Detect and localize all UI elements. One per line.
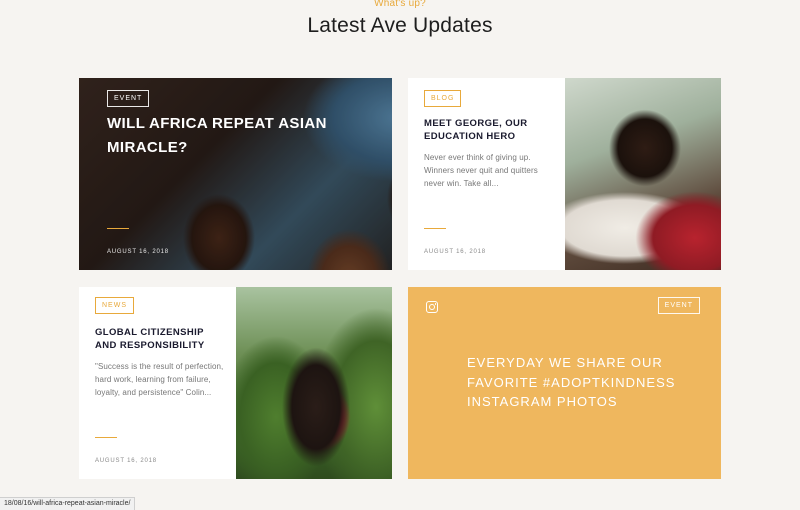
post-title[interactable]: WILL AFRICA REPEAT ASIAN MIRACLE? <box>107 112 357 160</box>
accent-line <box>107 228 129 229</box>
category-tag[interactable]: BLOG <box>424 90 462 107</box>
post-image[interactable] <box>565 78 721 270</box>
status-bar-url: 18/08/16/will-africa-repeat-asian-miracl… <box>0 497 136 510</box>
post-title[interactable]: GLOBAL CITIZENSHIP AND RESPONSIBILITY <box>95 327 225 352</box>
post-card-george[interactable]: BLOG MEET GEORGE, OUR EDUCATION HERO Nev… <box>408 78 721 270</box>
post-card-citizenship[interactable]: NEWS GLOBAL CITIZENSHIP AND RESPONSIBILI… <box>79 287 392 479</box>
post-title[interactable]: MEET GEORGE, OUR EDUCATION HERO <box>424 118 554 143</box>
post-excerpt: "Success is the result of perfection, ha… <box>95 362 224 397</box>
category-tag[interactable]: EVENT <box>107 90 150 107</box>
post-image[interactable] <box>236 287 392 479</box>
section-eyebrow: What's up? <box>374 0 426 9</box>
accent-line <box>424 228 446 229</box>
category-tag[interactable]: NEWS <box>95 297 134 314</box>
post-date: AUGUST 16, 2018 <box>107 249 169 255</box>
instagram-icon[interactable] <box>426 301 438 313</box>
instagram-text[interactable]: EVERYDAY WE SHARE OUR FAVORITE #ADOPTKIN… <box>467 353 697 412</box>
post-card-africa[interactable]: EVENT WILL AFRICA REPEAT ASIAN MIRACLE? … <box>79 78 392 270</box>
instagram-card[interactable]: EVENT EVERYDAY WE SHARE OUR FAVORITE #AD… <box>408 287 721 479</box>
section-title: Latest Ave Updates <box>307 14 493 37</box>
post-date: AUGUST 16, 2018 <box>95 458 157 464</box>
post-excerpt: Never ever think of giving up. Winners n… <box>424 153 538 188</box>
accent-line <box>95 437 117 438</box>
post-date: AUGUST 16, 2018 <box>424 249 486 255</box>
category-tag[interactable]: EVENT <box>657 297 700 314</box>
